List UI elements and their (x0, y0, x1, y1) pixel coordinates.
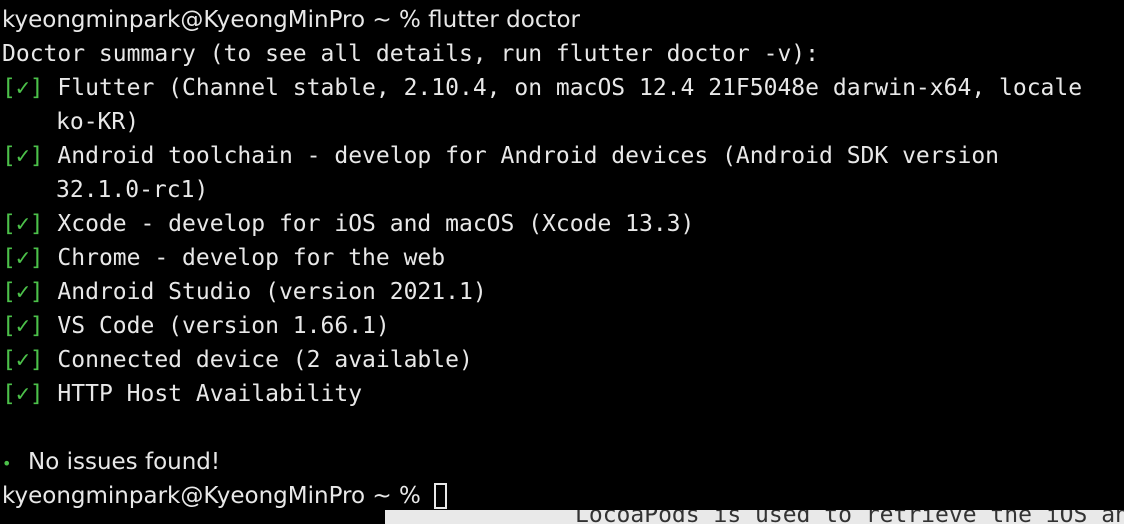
background-window-text: LocoaPods is used to retrieve the iOS an (575, 510, 1124, 524)
check-mark-icon: [✓] (2, 347, 44, 373)
check-text: Flutter (Channel stable, 2.10.4, on macO… (57, 75, 1083, 101)
check-text: Xcode - develop for iOS and macOS (Xcode… (57, 211, 695, 237)
check-mark-icon: [✓] (2, 381, 44, 407)
check-text: VS Code (version 1.66.1) (57, 313, 390, 339)
bullet-icon: • (2, 454, 12, 473)
check-text: Chrome - develop for the web (57, 245, 446, 271)
check-line-android-toolchain: [✓] Android toolchain - develop for Andr… (2, 139, 999, 173)
check-text: Android Studio (version 2021.1) (57, 279, 487, 305)
terminal-window[interactable]: kyeongminpark@KyeongMinPro ~ % flutter d… (0, 0, 1124, 524)
check-mark-icon: [✓] (2, 143, 44, 169)
cursor-block (434, 483, 448, 509)
check-line-http-host: [✓] HTTP Host Availability (2, 377, 362, 411)
check-mark-icon: [✓] (2, 75, 44, 101)
check-line-android-studio: [✓] Android Studio (version 2021.1) (2, 275, 487, 309)
command-prompt-line[interactable]: kyeongminpark@KyeongMinPro ~ % (2, 479, 448, 513)
doctor-summary-line: Doctor summary (to see all details, run … (2, 41, 819, 67)
check-line-xcode: [✓] Xcode - develop for iOS and macOS (X… (2, 207, 694, 241)
check-line-chrome: [✓] Chrome - develop for the web (2, 241, 445, 275)
check-mark-icon: [✓] (2, 279, 44, 305)
command-prompt-line: kyeongminpark@KyeongMinPro ~ % flutter d… (2, 7, 581, 33)
check-mark-icon: [✓] (2, 211, 44, 237)
check-text: HTTP Host Availability (57, 381, 363, 407)
check-line-vs-code: [✓] VS Code (version 1.66.1) (2, 309, 390, 343)
result-line: • No issues found! (2, 445, 220, 479)
check-continuation: 32.1.0-rc1) (56, 177, 209, 203)
check-mark-icon: [✓] (2, 313, 44, 339)
result-text: No issues found! (28, 449, 221, 475)
background-window[interactable]: LocoaPods is used to retrieve the iOS an (385, 510, 1124, 524)
check-text: Connected device (2 available) (57, 347, 473, 373)
check-text: Android toolchain - develop for Android … (57, 143, 1000, 169)
check-line-connected-device: [✓] Connected device (2 available) (2, 343, 473, 377)
check-line-flutter: [✓] Flutter (Channel stable, 2.10.4, on … (2, 71, 1082, 105)
check-mark-icon: [✓] (2, 245, 44, 271)
prompt-text: kyeongminpark@KyeongMinPro ~ % (2, 483, 429, 509)
check-continuation: ko-KR) (56, 109, 140, 135)
